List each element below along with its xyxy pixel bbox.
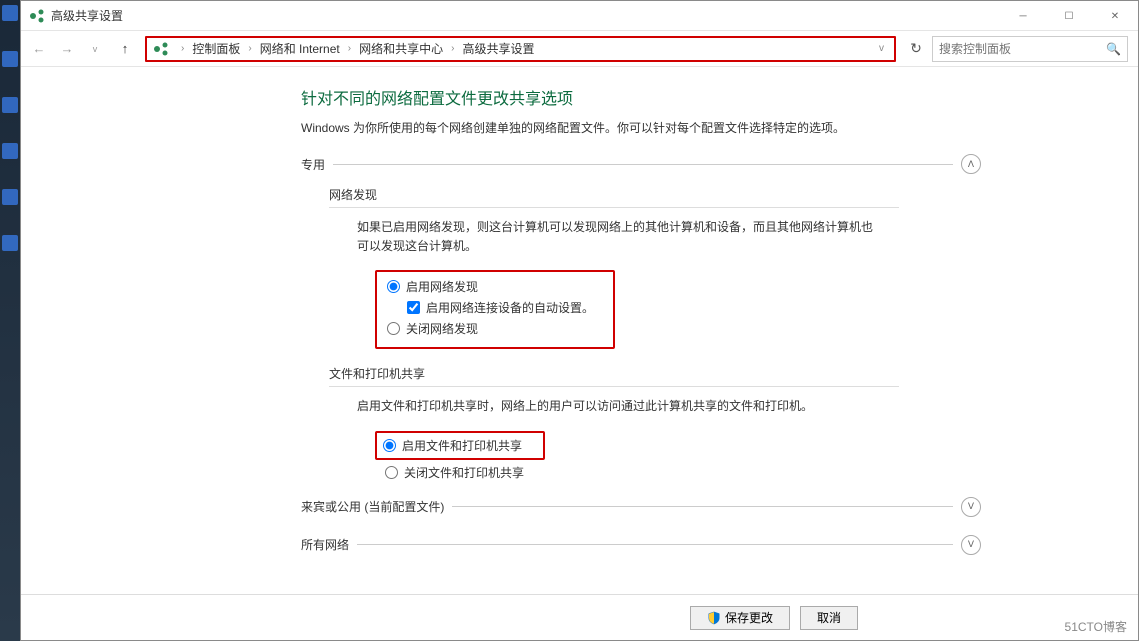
save-button-label: 保存更改 — [725, 609, 773, 626]
radio-input[interactable] — [387, 280, 400, 293]
section-label: 专用 — [301, 156, 325, 173]
radio-enable-discovery[interactable]: 启用网络发现 — [387, 278, 603, 295]
desktop-shortcut — [2, 189, 18, 205]
radio-input[interactable] — [387, 322, 400, 335]
search-input[interactable] — [939, 42, 1106, 56]
file-share-enable-option: 启用文件和打印机共享 — [375, 431, 545, 460]
minimize-button[interactable]: ─ — [1000, 1, 1046, 31]
subsection-description: 启用文件和打印机共享时，网络上的用户可以访问通过此计算机共享的文件和打印机。 — [357, 397, 877, 416]
back-button[interactable]: ← — [27, 37, 51, 61]
desktop-shortcut — [2, 5, 18, 21]
window-controls: ─ ☐ ✕ — [1000, 1, 1138, 30]
divider — [333, 164, 953, 165]
up-button[interactable]: ↑ — [113, 37, 137, 61]
chevron-right-icon: › — [342, 43, 357, 54]
breadcrumb[interactable]: › 控制面板 › 网络和 Internet › 网络和共享中心 › 高级共享设置… — [145, 36, 896, 62]
subsection-label: 文件和打印机共享 — [329, 365, 981, 382]
breadcrumb-item[interactable]: 网络和共享中心 — [357, 40, 445, 57]
divider — [329, 386, 899, 387]
section-private-header[interactable]: 专用 ᐱ — [301, 154, 981, 174]
search-icon[interactable]: 🔍 — [1106, 42, 1121, 56]
section-label: 来宾或公用 (当前配置文件) — [301, 498, 444, 515]
page-description: Windows 为你所使用的每个网络创建单独的网络配置文件。你可以针对每个配置文… — [301, 119, 981, 136]
section-guest-header[interactable]: 来宾或公用 (当前配置文件) ᐯ — [301, 497, 981, 517]
breadcrumb-item[interactable]: 控制面板 — [190, 40, 242, 57]
subsection-file-printer-sharing: 文件和打印机共享 启用文件和打印机共享时，网络上的用户可以访问通过此计算机共享的… — [329, 365, 981, 480]
chevron-up-icon[interactable]: ᐱ — [961, 154, 981, 174]
radio-label: 关闭网络发现 — [406, 320, 478, 337]
radio-label: 启用文件和打印机共享 — [402, 437, 522, 454]
desktop-left-edge — [0, 0, 20, 641]
desktop-shortcut — [2, 51, 18, 67]
network-sharing-icon — [29, 8, 45, 24]
checkbox-label: 启用网络连接设备的自动设置。 — [426, 299, 594, 316]
divider — [329, 207, 899, 208]
titlebar: 高级共享设置 ─ ☐ ✕ — [21, 1, 1138, 31]
search-box[interactable]: 🔍 — [932, 36, 1128, 62]
radio-input[interactable] — [383, 439, 396, 452]
window-title: 高级共享设置 — [51, 7, 1000, 24]
shield-icon — [707, 611, 721, 625]
radio-enable-file-share[interactable]: 启用文件和打印机共享 — [383, 437, 537, 454]
content-area: 针对不同的网络配置文件更改共享选项 Windows 为你所使用的每个网络创建单独… — [21, 67, 1138, 594]
control-panel-window: 高级共享设置 ─ ☐ ✕ ← → v ↑ › 控制面板 › 网络和 Intern… — [20, 0, 1139, 641]
cancel-button[interactable]: 取消 — [800, 606, 858, 630]
section-all-networks-header[interactable]: 所有网络 ᐯ — [301, 535, 981, 555]
divider — [357, 544, 953, 545]
forward-button[interactable]: → — [55, 37, 79, 61]
file-share-disable-option: 关闭文件和打印机共享 — [385, 464, 981, 481]
chevron-down-icon[interactable]: v — [875, 43, 888, 54]
recent-dropdown[interactable]: v — [83, 37, 107, 61]
cancel-button-label: 取消 — [817, 609, 841, 626]
desktop-shortcut — [2, 143, 18, 159]
footer-bar: 保存更改 取消 — [21, 594, 1138, 640]
radio-input[interactable] — [385, 466, 398, 479]
chevron-down-icon[interactable]: ᐯ — [961, 535, 981, 555]
section-label: 所有网络 — [301, 536, 349, 553]
desktop-shortcut — [2, 97, 18, 113]
radio-label: 启用网络发现 — [406, 278, 478, 295]
checkbox-input[interactable] — [407, 301, 420, 314]
save-button[interactable]: 保存更改 — [690, 606, 790, 630]
close-button[interactable]: ✕ — [1092, 1, 1138, 31]
watermark: 51CTO博客 — [1065, 618, 1127, 635]
breadcrumb-item[interactable]: 高级共享设置 — [460, 40, 536, 57]
desktop-shortcut — [2, 235, 18, 251]
subsection-network-discovery: 网络发现 如果已启用网络发现，则这台计算机可以发现网络上的其他计算机和设备，而且… — [329, 186, 981, 349]
page-title: 针对不同的网络配置文件更改共享选项 — [301, 85, 981, 109]
checkbox-auto-setup[interactable]: 启用网络连接设备的自动设置。 — [407, 299, 603, 316]
radio-disable-file-share[interactable]: 关闭文件和打印机共享 — [385, 464, 981, 481]
chevron-right-icon: › — [242, 43, 257, 54]
navigation-row: ← → v ↑ › 控制面板 › 网络和 Internet › 网络和共享中心 … — [21, 31, 1138, 67]
subsection-description: 如果已启用网络发现，则这台计算机可以发现网络上的其他计算机和设备，而且其他网络计… — [357, 218, 877, 256]
chevron-down-icon[interactable]: ᐯ — [961, 497, 981, 517]
subsection-label: 网络发现 — [329, 186, 981, 203]
network-sharing-icon — [153, 41, 169, 57]
chevron-right-icon: › — [445, 43, 460, 54]
breadcrumb-item[interactable]: 网络和 Internet — [258, 40, 342, 57]
maximize-button[interactable]: ☐ — [1046, 1, 1092, 31]
refresh-button[interactable]: ↻ — [904, 37, 928, 61]
chevron-right-icon: › — [175, 43, 190, 54]
radio-label: 关闭文件和打印机共享 — [404, 464, 524, 481]
radio-disable-discovery[interactable]: 关闭网络发现 — [387, 320, 603, 337]
network-discovery-options: 启用网络发现 启用网络连接设备的自动设置。 关闭网络发现 — [375, 270, 615, 349]
divider — [452, 506, 953, 507]
